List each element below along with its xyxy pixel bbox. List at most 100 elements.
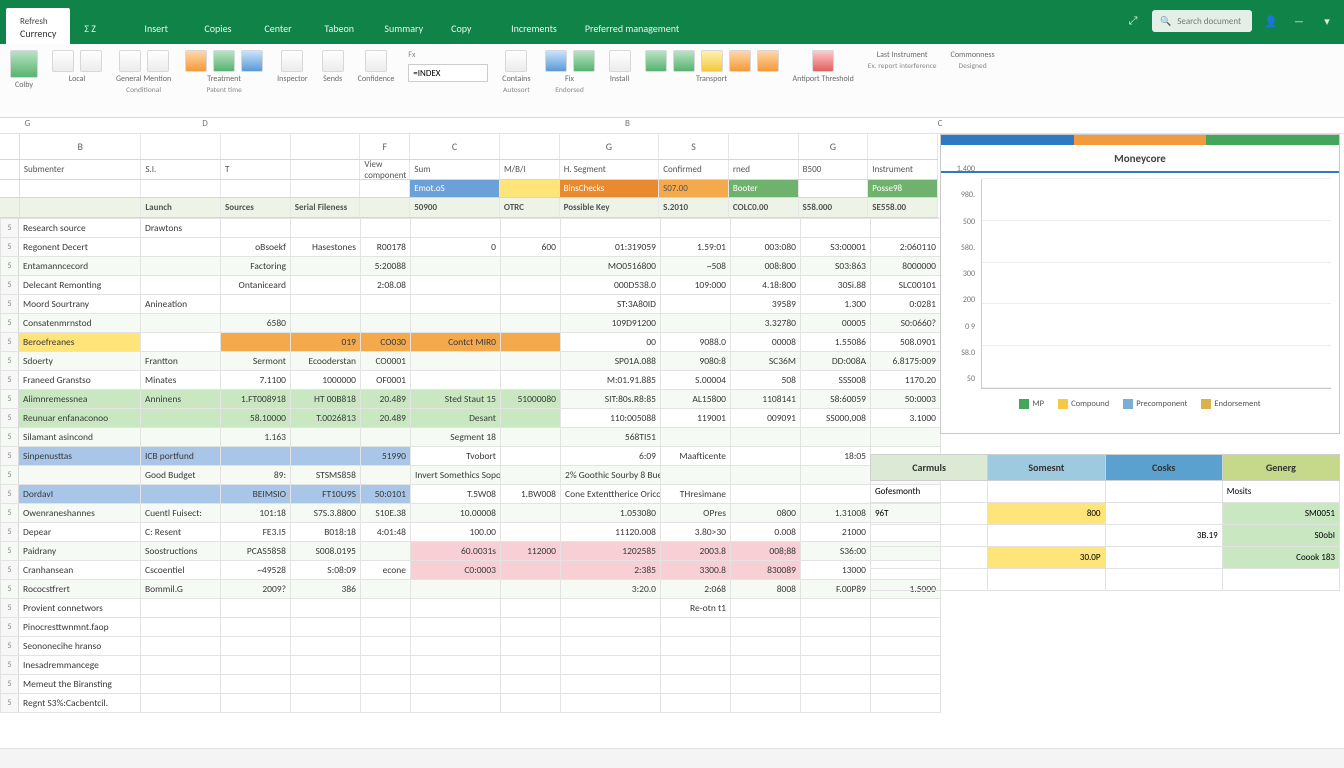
column-headers[interactable]: BFCGSG xyxy=(0,134,938,160)
summary-table[interactable]: CarmulsSomesntCosksGenerg GofesmonthMosi… xyxy=(870,454,1340,591)
cell[interactable]: 1.BW008 xyxy=(501,485,561,504)
cell[interactable] xyxy=(361,637,411,656)
cell[interactable]: Re-otn t1 xyxy=(661,599,731,618)
cell[interactable]: Cone Extenttherice Oricoe zom xyxy=(561,485,661,504)
cell[interactable]: 2:08.08 xyxy=(361,276,411,295)
generic-icon[interactable] xyxy=(119,50,141,72)
cell[interactable]: AL15800 xyxy=(661,390,731,409)
cell[interactable]: Regnt S3%:Cacbentcil. xyxy=(19,694,141,713)
cell[interactable] xyxy=(561,694,661,713)
spreadsheet[interactable]: BFCGSG SubmenterS.I.TView componentSumM/… xyxy=(0,134,938,713)
cell[interactable] xyxy=(501,504,561,523)
column-letter[interactable] xyxy=(729,134,799,159)
cell[interactable] xyxy=(661,295,731,314)
column-letter[interactable]: C xyxy=(410,134,500,159)
cell[interactable]: BEIMSIO xyxy=(221,485,291,504)
cell[interactable] xyxy=(871,637,941,656)
cell[interactable] xyxy=(141,276,221,295)
cell[interactable] xyxy=(801,637,871,656)
cell[interactable]: S.00004 xyxy=(661,371,731,390)
cell[interactable]: S8:60059 xyxy=(801,390,871,409)
cell[interactable] xyxy=(561,675,661,694)
cell[interactable] xyxy=(501,295,561,314)
cell[interactable] xyxy=(141,656,221,675)
cell[interactable]: OPres xyxy=(661,504,731,523)
cell[interactable]: Cscoentiel xyxy=(141,561,221,580)
data-grid[interactable]: 5Research sourceDrawtons5Regonent Decert… xyxy=(0,218,941,713)
chart-icon[interactable] xyxy=(673,50,695,72)
cell[interactable]: Moord Sourtrany xyxy=(19,295,141,314)
cell[interactable]: Pinocresttwnmnt.faop xyxy=(19,618,141,637)
ribbon-tab[interactable]: Copy xyxy=(437,8,497,44)
cell[interactable]: Tvobort xyxy=(411,447,501,466)
cell[interactable] xyxy=(801,694,871,713)
cell[interactable]: C: Resent xyxy=(141,523,221,542)
cell[interactable]: 008;88 xyxy=(731,542,801,561)
cell[interactable] xyxy=(361,656,411,675)
cell[interactable] xyxy=(411,656,501,675)
cell[interactable]: 00008 xyxy=(731,333,801,352)
cell[interactable]: Seononecihe hranso xyxy=(19,637,141,656)
cell[interactable]: Regonent Decert xyxy=(19,238,141,257)
cell[interactable] xyxy=(501,333,561,352)
cell[interactable] xyxy=(731,618,801,637)
cell[interactable]: 20.489 xyxy=(361,409,411,428)
cell[interactable]: 109D91200 xyxy=(561,314,661,333)
cell[interactable]: 830089 xyxy=(731,561,801,580)
cell[interactable]: Reunuar enfanaconoo xyxy=(19,409,141,428)
cell[interactable] xyxy=(361,219,411,238)
cell[interactable]: 009091 xyxy=(731,409,801,428)
cell[interactable] xyxy=(731,219,801,238)
summary-col[interactable]: Carmuls xyxy=(871,455,988,481)
cell[interactable]: F.00P89 xyxy=(801,580,871,599)
cell[interactable]: 1202585 xyxy=(561,542,661,561)
cell[interactable]: 58.10000 xyxy=(221,409,291,428)
cell[interactable]: 6580 xyxy=(221,314,291,333)
cell[interactable]: Sted Staut 15 xyxy=(411,390,501,409)
chart-icon[interactable] xyxy=(757,50,779,72)
cell[interactable] xyxy=(291,219,361,238)
cell[interactable] xyxy=(731,447,801,466)
column-letter[interactable] xyxy=(141,134,221,159)
cell[interactable]: Frantton xyxy=(141,352,221,371)
generic-icon[interactable] xyxy=(812,50,834,72)
cell[interactable]: 2009? xyxy=(221,580,291,599)
cell[interactable]: Sinpenusttas xyxy=(19,447,141,466)
cell[interactable]: Sdoerty xyxy=(19,352,141,371)
ribbon-tab[interactable]: Summary xyxy=(370,8,437,44)
cell[interactable]: 1.163 xyxy=(221,428,291,447)
cell[interactable]: 0:0281 xyxy=(871,295,941,314)
cell[interactable]: S:08:09 xyxy=(291,561,361,580)
generic-icon[interactable] xyxy=(365,50,387,72)
cell[interactable]: Ecooderstan xyxy=(291,352,361,371)
cell[interactable] xyxy=(221,333,291,352)
paste-icon[interactable] xyxy=(10,50,38,78)
cell[interactable] xyxy=(291,276,361,295)
cell[interactable] xyxy=(291,314,361,333)
cell[interactable]: S008.0195 xyxy=(291,542,361,561)
generic-icon[interactable] xyxy=(80,50,102,72)
search-box[interactable]: 🔍 Search document xyxy=(1152,10,1252,32)
cell[interactable] xyxy=(501,352,561,371)
cell[interactable] xyxy=(801,675,871,694)
cell[interactable]: 1.300 xyxy=(801,295,871,314)
cell[interactable]: 89: xyxy=(221,466,291,485)
cell[interactable]: Cuentl Fuisect: xyxy=(141,504,221,523)
cell[interactable]: Memeut the Biransting xyxy=(19,675,141,694)
cell[interactable]: Depear xyxy=(19,523,141,542)
cell[interactable] xyxy=(291,428,361,447)
column-letter[interactable]: G xyxy=(560,134,660,159)
cell[interactable] xyxy=(871,618,941,637)
column-letter[interactable] xyxy=(868,134,938,159)
cell[interactable]: 110:005088 xyxy=(561,409,661,428)
cell[interactable] xyxy=(411,257,501,276)
cell[interactable]: 8000000 xyxy=(871,257,941,276)
column-letter[interactable]: B xyxy=(20,134,141,159)
generic-icon[interactable] xyxy=(147,50,169,72)
cell[interactable] xyxy=(291,599,361,618)
cell[interactable]: T.0026813 xyxy=(291,409,361,428)
cell[interactable]: 1.59:01 xyxy=(661,238,731,257)
cell[interactable] xyxy=(221,599,291,618)
cell[interactable]: SIT:80s.R8:85 xyxy=(561,390,661,409)
cell[interactable] xyxy=(361,466,411,485)
